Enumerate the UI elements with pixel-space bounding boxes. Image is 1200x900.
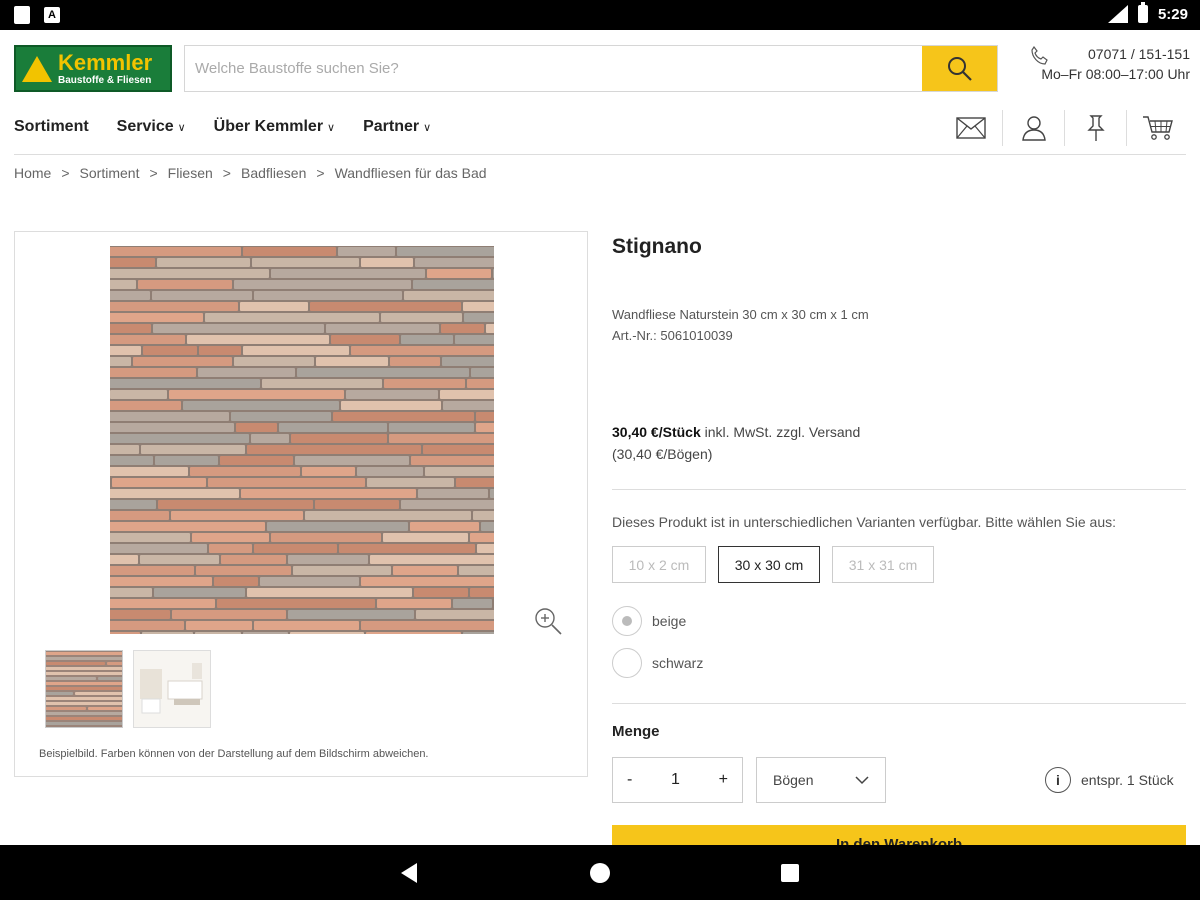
nav-item-service[interactable]: Service ∨ bbox=[117, 118, 186, 136]
radio-button[interactable] bbox=[612, 648, 642, 678]
clipboard-icon bbox=[14, 6, 30, 24]
price-per-sheet: (30,40 €/Bögen) bbox=[612, 446, 713, 462]
variants-hint: Dieses Produkt ist in unterschiedlichen … bbox=[612, 514, 1117, 530]
add-to-cart-button[interactable]: In den Warenkorb bbox=[612, 825, 1186, 845]
breadcrumb-separator: > bbox=[61, 165, 70, 181]
mail-button[interactable] bbox=[940, 110, 1002, 146]
kemmler-logo[interactable]: Kemmler Baustoffe & Fliesen bbox=[14, 45, 172, 92]
breadcrumb-item-home[interactable]: Home bbox=[14, 165, 51, 181]
product-gallery: Beispielbild. Farben können von der Dars… bbox=[14, 231, 588, 777]
size-option-10x2[interactable]: 10 x 2 cm bbox=[612, 546, 706, 583]
section-divider bbox=[612, 703, 1186, 704]
breadcrumb-item-sortiment[interactable]: Sortiment bbox=[80, 165, 140, 181]
radio-button[interactable] bbox=[612, 606, 642, 636]
color-label: schwarz bbox=[652, 655, 704, 671]
chevron-down-icon: ∨ bbox=[177, 121, 186, 134]
main-nav: Sortiment Service ∨ Über Kemmler ∨ Partn… bbox=[14, 118, 431, 136]
header-icon-bar bbox=[940, 110, 1188, 146]
battery-icon bbox=[1137, 2, 1148, 23]
chevron-down-icon bbox=[855, 775, 869, 784]
product-spec: Wandfliese Naturstein 30 cm x 30 cm x 1 … bbox=[612, 307, 869, 322]
pin-icon bbox=[1086, 115, 1105, 141]
signal-icon bbox=[1107, 5, 1128, 23]
article-number: Art.-Nr.: 5061010039 bbox=[612, 328, 733, 343]
room-scene-image bbox=[134, 651, 210, 727]
watchlist-button[interactable] bbox=[1064, 110, 1126, 146]
breadcrumb-item-badfliesen[interactable]: Badfliesen bbox=[241, 165, 306, 181]
thumbnail-tile[interactable] bbox=[45, 650, 123, 728]
breadcrumb-separator: > bbox=[149, 165, 158, 181]
product-image[interactable] bbox=[110, 246, 494, 634]
nav-item-partner[interactable]: Partner ∨ bbox=[363, 118, 431, 136]
nav-item-sortiment[interactable]: Sortiment bbox=[14, 118, 89, 136]
breadcrumb-separator: > bbox=[222, 165, 231, 181]
quantity-increment-button[interactable]: + bbox=[719, 771, 728, 789]
price-tax-note: inkl. MwSt. zzgl. Versand bbox=[700, 424, 861, 440]
unit-price: 30,40 €/Stück bbox=[612, 424, 701, 440]
mail-icon bbox=[956, 117, 986, 139]
breadcrumb-item-wandfliesen[interactable]: Wandfliesen für das Bad bbox=[335, 165, 487, 181]
recents-icon[interactable] bbox=[781, 864, 799, 882]
product-title: Stignano bbox=[612, 235, 702, 258]
breadcrumb: Home > Sortiment > Fliesen > Badfliesen … bbox=[14, 165, 487, 181]
thumbnail-room[interactable] bbox=[133, 650, 211, 728]
notification-a-icon: A bbox=[44, 7, 60, 23]
logo-mark-icon bbox=[20, 52, 54, 86]
android-nav-bar bbox=[0, 845, 1200, 900]
header-divider bbox=[14, 154, 1186, 155]
logo-tagline: Baustoffe & Fliesen bbox=[58, 74, 152, 86]
cart-icon bbox=[1142, 116, 1173, 140]
size-option-30x30[interactable]: 30 x 30 cm bbox=[718, 546, 820, 583]
search-button[interactable] bbox=[922, 46, 997, 91]
equivalent-text: entspr. 1 Stück bbox=[1081, 772, 1174, 788]
phone-number[interactable]: 07071 / 151-151 bbox=[1088, 46, 1190, 62]
image-caption: Beispielbild. Farben können von der Dars… bbox=[39, 748, 429, 760]
search-icon bbox=[947, 56, 972, 81]
account-button[interactable] bbox=[1002, 110, 1064, 146]
product-description: Wandfliese Naturstein 30 cm x 30 cm x 1 … bbox=[612, 304, 869, 346]
search-input[interactable] bbox=[185, 46, 922, 91]
nav-item-ueber-kemmler[interactable]: Über Kemmler ∨ bbox=[214, 118, 335, 136]
home-icon[interactable] bbox=[590, 863, 610, 883]
size-variants: 10 x 2 cm 30 x 30 cm 31 x 31 cm bbox=[612, 546, 934, 583]
breadcrumb-item-fliesen[interactable]: Fliesen bbox=[168, 165, 213, 181]
size-option-31x31[interactable]: 31 x 31 cm bbox=[832, 546, 934, 583]
cart-button[interactable] bbox=[1126, 110, 1188, 146]
unit-equivalent: i entspr. 1 Stück bbox=[1045, 767, 1174, 793]
color-label: beige bbox=[652, 613, 687, 629]
color-option-beige[interactable]: beige bbox=[612, 606, 686, 636]
price-block: 30,40 €/Stück inkl. MwSt. zzgl. Versand … bbox=[612, 421, 860, 465]
logo-name: Kemmler bbox=[58, 49, 153, 75]
search-bar bbox=[184, 45, 998, 92]
contact-info: 07071 / 151-151 Mo–Fr 08:00–17:00 Uhr bbox=[1020, 46, 1190, 82]
color-option-schwarz[interactable]: schwarz bbox=[612, 648, 703, 678]
chevron-down-icon: ∨ bbox=[327, 121, 336, 134]
status-time: 5:29 bbox=[1157, 5, 1188, 23]
user-icon bbox=[1021, 116, 1046, 141]
opening-hours: Mo–Fr 08:00–17:00 Uhr bbox=[1041, 66, 1190, 82]
quantity-label: Menge bbox=[612, 723, 660, 740]
breadcrumb-separator: > bbox=[316, 165, 325, 181]
phone-icon bbox=[1031, 46, 1048, 65]
status-bar: A 5:29 bbox=[0, 0, 1200, 30]
back-icon[interactable] bbox=[401, 863, 417, 883]
quantity-decrement-button[interactable]: - bbox=[627, 771, 632, 789]
quantity-stepper: - 1 + bbox=[612, 757, 743, 803]
quantity-value[interactable]: 1 bbox=[671, 771, 680, 789]
section-divider bbox=[612, 489, 1186, 490]
chevron-down-icon: ∨ bbox=[423, 121, 432, 134]
info-icon[interactable]: i bbox=[1045, 767, 1071, 793]
zoom-icon[interactable] bbox=[533, 606, 563, 636]
unit-selected-value: Bögen bbox=[773, 772, 814, 788]
unit-select[interactable]: Bögen bbox=[756, 757, 886, 803]
